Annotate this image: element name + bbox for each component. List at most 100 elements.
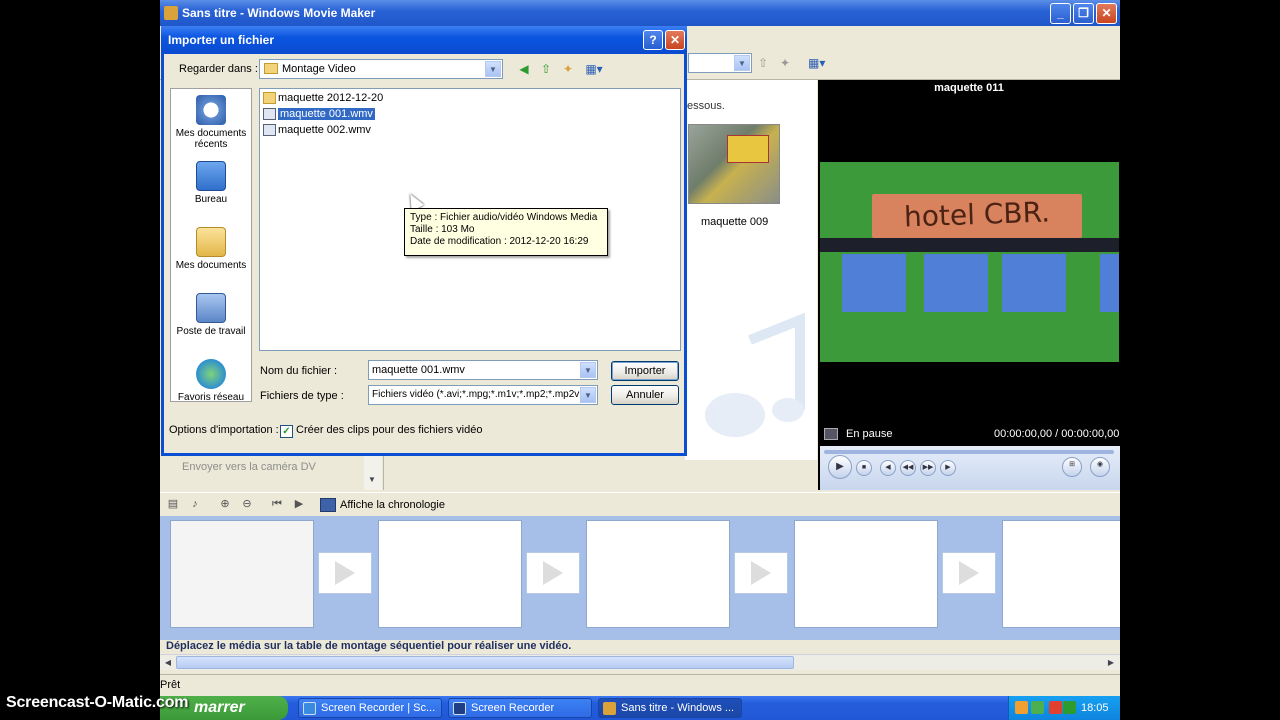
- split-clip-icon[interactable]: ⊞: [1062, 457, 1082, 477]
- scroll-right-icon[interactable]: ▶: [1104, 656, 1118, 669]
- rewind-icon[interactable]: ◀◀: [900, 460, 916, 476]
- chevron-down-icon[interactable]: ▼: [580, 362, 596, 378]
- taskbar-item[interactable]: Sans titre - Windows ...: [598, 698, 742, 718]
- storyboard-cell[interactable]: [378, 520, 522, 628]
- storyboard-toolbar: ▤ ♪ ⊕ ⊖ ⏮ ▶ Affiche la chronologie: [160, 492, 1120, 516]
- scroll-left-icon[interactable]: ◀: [161, 656, 175, 669]
- help-button[interactable]: ?: [643, 30, 663, 50]
- my-documents-icon: [196, 227, 226, 257]
- collection-combo[interactable]: ▼: [688, 53, 752, 73]
- tray-network-icon[interactable]: [1049, 701, 1062, 714]
- taskbar-item-label: Screen Recorder: [471, 702, 555, 714]
- system-tray: 18:05: [1008, 696, 1120, 720]
- place-desktop[interactable]: Bureau: [171, 161, 251, 205]
- views-menu-icon[interactable]: ▦▾: [582, 61, 606, 77]
- chevron-down-icon[interactable]: ▼: [734, 55, 750, 71]
- video-sign-text: hotel CBR.: [903, 195, 1051, 234]
- minimize-button[interactable]: _: [1050, 3, 1071, 24]
- chevron-down-icon[interactable]: ▼: [485, 61, 501, 77]
- storyboard-icon[interactable]: ▤: [166, 497, 180, 511]
- filename-field[interactable]: maquette 001.wmv ▼: [368, 360, 598, 380]
- taskbar-item[interactable]: Screen Recorder | Sc...: [298, 698, 442, 718]
- folder-icon: [263, 92, 276, 104]
- folder-icon: [264, 63, 278, 74]
- back-icon[interactable]: ◀: [516, 61, 532, 77]
- clip-thumbnail[interactable]: [688, 124, 780, 204]
- snapshot-icon[interactable]: ◉: [1090, 457, 1110, 477]
- rewind-storyboard-icon[interactable]: ⏮: [270, 497, 284, 511]
- play-storyboard-icon[interactable]: ▶: [292, 497, 306, 511]
- send-to-dv-link[interactable]: Envoyer vers la caméra DV: [182, 461, 316, 473]
- storyboard-cell[interactable]: [1002, 520, 1120, 628]
- next-frame-icon[interactable]: ▶: [940, 460, 956, 476]
- filetype-select[interactable]: Fichiers vidéo (*.avi;*.mpg;*.m1v;*.mp2;…: [368, 385, 598, 405]
- file-name: maquette 001.wmv: [278, 108, 375, 120]
- scroll-down-icon[interactable]: ▼: [368, 475, 376, 484]
- tasks-scrollbar[interactable]: ▼: [364, 455, 382, 490]
- stop-icon[interactable]: ■: [856, 460, 872, 476]
- taskbar-item[interactable]: Screen Recorder: [448, 698, 592, 718]
- file-list-item[interactable]: maquette 2012-12-20: [262, 90, 383, 106]
- taskbar-item-label: Screen Recorder | Sc...: [321, 702, 436, 714]
- up-folder-icon[interactable]: ⇧: [538, 61, 554, 77]
- show-timeline-button[interactable]: Affiche la chronologie: [320, 496, 445, 514]
- filetype-label: Fichiers de type :: [260, 390, 344, 402]
- create-clips-label[interactable]: Créer des clips pour des fichiers vidéo: [296, 424, 482, 436]
- maximize-button[interactable]: ❐: [1073, 3, 1094, 24]
- forward-icon[interactable]: ▶▶: [920, 460, 936, 476]
- storyboard-cell[interactable]: [794, 520, 938, 628]
- scrollbar-thumb[interactable]: [176, 656, 794, 669]
- close-button[interactable]: ✕: [1096, 3, 1117, 24]
- clip-label: maquette 009: [701, 216, 769, 228]
- video-window: [1002, 254, 1066, 312]
- new-folder-icon[interactable]: ✦: [780, 56, 794, 70]
- look-in-value: Montage Video: [282, 63, 356, 75]
- status-text: Prêt: [160, 679, 181, 691]
- playback-status: En pause: [846, 428, 893, 440]
- up-folder-icon[interactable]: ⇧: [758, 56, 772, 70]
- create-clips-checkbox[interactable]: ✓: [280, 425, 293, 438]
- tasks-pane: Envoyer vers la caméra DV ▼: [160, 455, 384, 490]
- transition-cell[interactable]: [318, 552, 372, 594]
- recent-documents-icon: [196, 95, 226, 125]
- new-folder-icon[interactable]: ✦: [560, 61, 576, 77]
- main-title-bar[interactable]: Sans titre - Windows Movie Maker _ ❐ ✕: [160, 0, 1120, 26]
- place-my-computer[interactable]: Poste de travail: [171, 293, 251, 337]
- transition-cell[interactable]: [526, 552, 580, 594]
- place-network[interactable]: Favoris réseau: [171, 359, 251, 403]
- transition-cell[interactable]: [942, 552, 996, 594]
- storyboard-cell[interactable]: [170, 520, 314, 628]
- filename-value: maquette 001.wmv: [372, 364, 465, 376]
- tray-app-icon[interactable]: [1015, 701, 1028, 714]
- chevron-down-icon[interactable]: ▼: [580, 387, 596, 403]
- place-label: Mes documents récents: [175, 128, 247, 150]
- place-recent-documents[interactable]: Mes documents récents: [171, 95, 251, 150]
- tray-status-icon[interactable]: [1063, 701, 1076, 714]
- storyboard-cell[interactable]: [586, 520, 730, 628]
- narration-icon[interactable]: ♪: [188, 497, 202, 511]
- seek-bar[interactable]: [824, 450, 1114, 454]
- place-label: Favoris réseau: [177, 392, 245, 403]
- dialog-title-bar[interactable]: Importer un fichier: [161, 26, 687, 54]
- zoom-out-icon[interactable]: ⊖: [240, 497, 254, 511]
- storyboard-scrollbar[interactable]: ◀ ▶: [160, 654, 1120, 670]
- import-button[interactable]: Importer: [611, 361, 679, 381]
- views-menu-icon[interactable]: ▦▾: [808, 56, 830, 70]
- play-icon[interactable]: ▶: [828, 455, 852, 479]
- dialog-close-button[interactable]: ✕: [665, 30, 685, 50]
- place-my-documents[interactable]: Mes documents: [171, 227, 251, 271]
- place-label: Mes documents: [175, 260, 247, 271]
- cancel-button[interactable]: Annuler: [611, 385, 679, 405]
- transition-cell[interactable]: [734, 552, 788, 594]
- content-hint-text: essous.: [687, 100, 725, 112]
- file-list-item[interactable]: maquette 001.wmv: [262, 106, 375, 122]
- look-in-combo[interactable]: Montage Video ▼: [259, 59, 503, 79]
- zoom-in-icon[interactable]: ⊕: [218, 497, 232, 511]
- movie-maker-app-icon: [603, 702, 616, 715]
- watermark: Screencast-O-Matic.com: [6, 694, 189, 711]
- status-bar: Prêt: [160, 674, 1120, 696]
- show-timeline-label: Affiche la chronologie: [340, 499, 445, 511]
- file-list-item[interactable]: maquette 002.wmv: [262, 122, 371, 138]
- tray-security-icon[interactable]: [1031, 701, 1044, 714]
- previous-frame-icon[interactable]: ◀: [880, 460, 896, 476]
